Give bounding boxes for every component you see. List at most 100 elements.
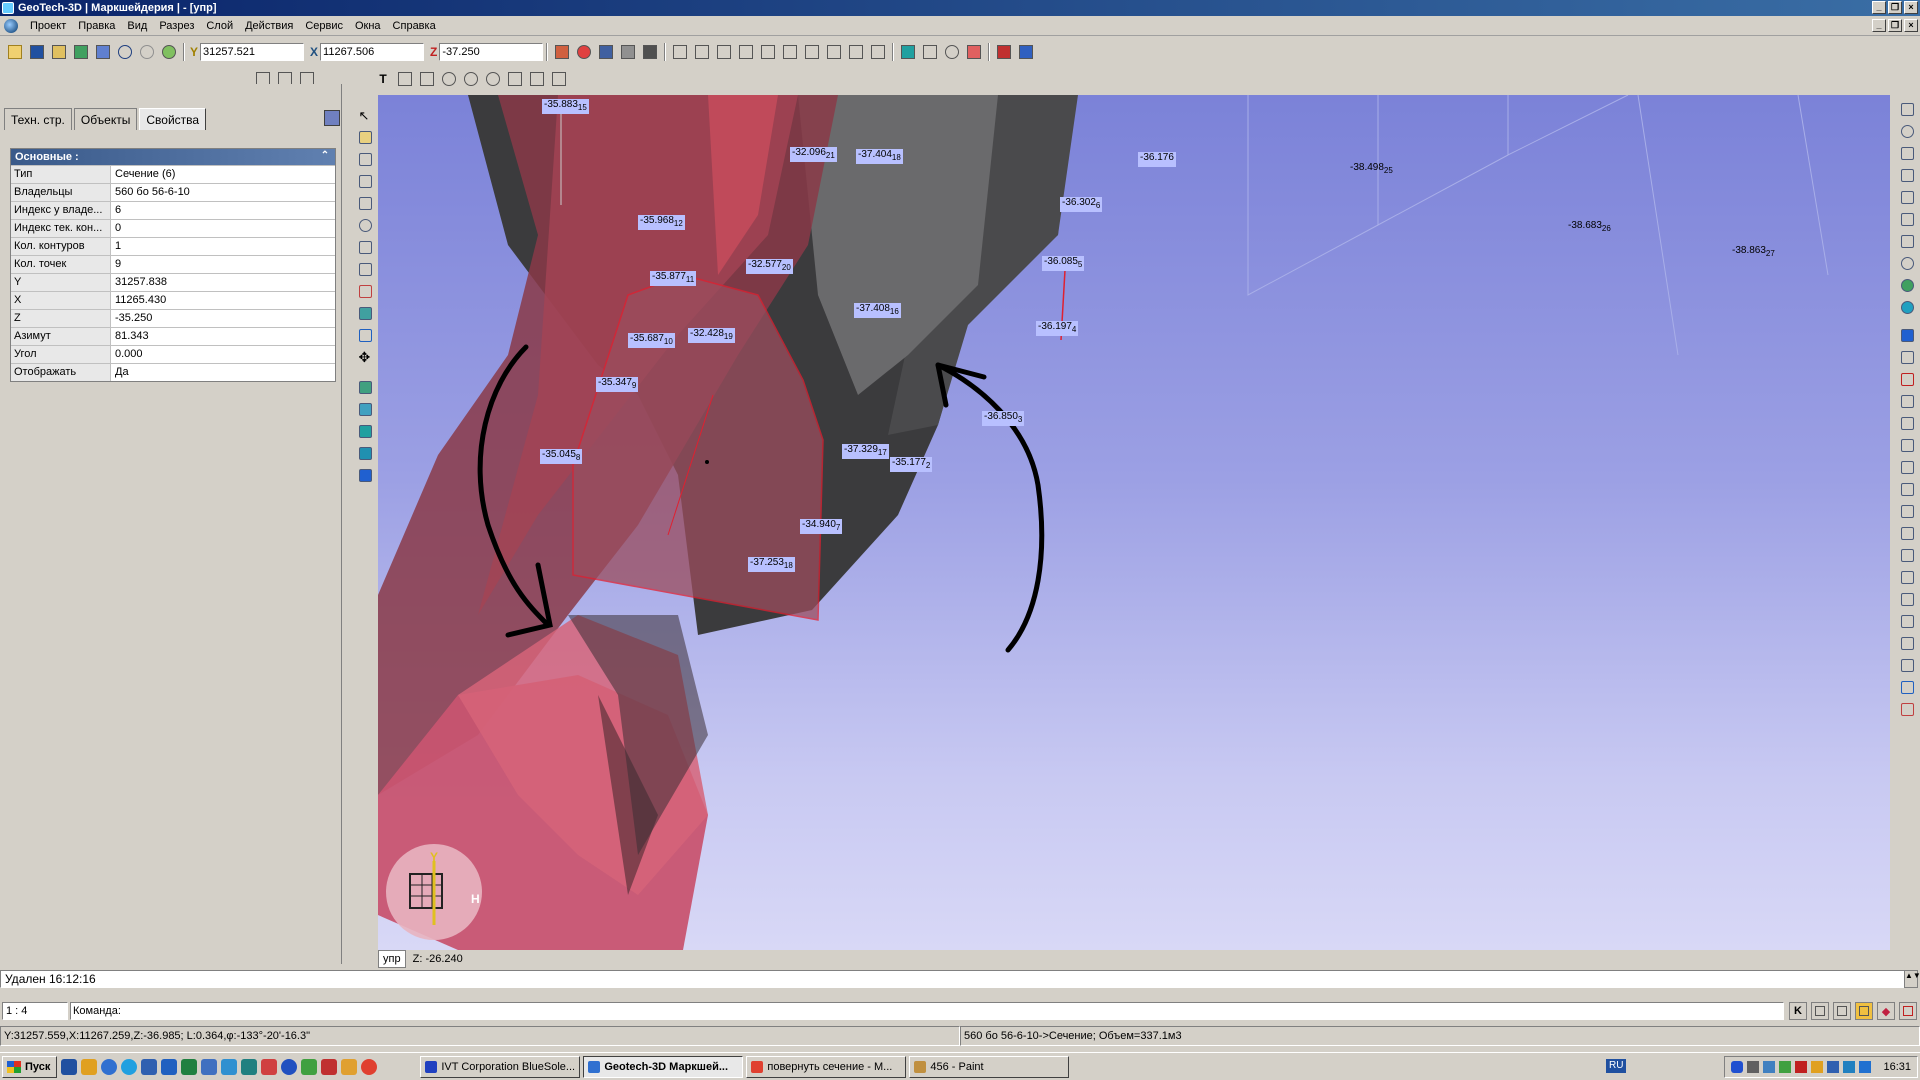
mesh-tool-icon[interactable]: [640, 42, 660, 62]
ellipse-tool-icon[interactable]: [483, 69, 503, 89]
tray-app-3-icon[interactable]: [1827, 1061, 1840, 1073]
frame-tool-icon[interactable]: [505, 69, 525, 89]
pencil-tool-icon[interactable]: [964, 42, 984, 62]
select-pointer-icon[interactable]: ↖: [356, 106, 374, 124]
table-tool-icon[interactable]: [549, 69, 569, 89]
target-tool-icon[interactable]: [574, 42, 594, 62]
y-coordinate-input[interactable]: [200, 43, 305, 61]
property-row[interactable]: Кол. точек 9: [11, 255, 335, 273]
right-tool-17-icon[interactable]: [1898, 458, 1916, 476]
right-tool-18-icon[interactable]: [1898, 480, 1916, 498]
right-tool-13-icon[interactable]: [1898, 370, 1916, 388]
right-tool-14-icon[interactable]: [1898, 392, 1916, 410]
menu-layer[interactable]: Слой: [200, 16, 239, 36]
elevation-label[interactable]: -36.1974: [1036, 321, 1079, 336]
tray-app-4-icon[interactable]: [1843, 1061, 1856, 1073]
right-tool-7-icon[interactable]: [1898, 232, 1916, 250]
right-tool-11-icon[interactable]: [1898, 326, 1916, 344]
quicklaunch-13-icon[interactable]: [301, 1058, 318, 1075]
rectangle-tool-icon[interactable]: [395, 69, 415, 89]
elevation-label[interactable]: -38.49825: [1348, 162, 1395, 177]
x-coordinate-input[interactable]: [320, 43, 425, 61]
window-tool-icon[interactable]: [1016, 42, 1036, 62]
scale-field[interactable]: 1 : 4: [2, 1002, 68, 1020]
right-tool-4-icon[interactable]: [1898, 166, 1916, 184]
elevation-label[interactable]: -35.1772: [890, 457, 933, 472]
quicklaunch-2-icon[interactable]: [81, 1058, 98, 1075]
quicklaunch-chrome-icon[interactable]: [361, 1058, 378, 1075]
right-tool-8-icon[interactable]: [1898, 254, 1916, 272]
polyline-tool-icon[interactable]: [417, 69, 437, 89]
tab-upr[interactable]: упр: [378, 950, 406, 968]
quicklaunch-3-icon[interactable]: [101, 1058, 118, 1075]
layer-stack-icon[interactable]: [356, 378, 374, 396]
quicklaunch-1-icon[interactable]: [61, 1058, 78, 1075]
elevation-label[interactable]: -37.32917: [842, 444, 889, 459]
text-tool-icon[interactable]: T: [373, 69, 393, 89]
right-tool-6-icon[interactable]: [1898, 210, 1916, 228]
layers-icon[interactable]: [71, 42, 91, 62]
z-coordinate-input[interactable]: [439, 43, 544, 61]
pin-panel-icon[interactable]: [324, 110, 340, 126]
move-icon[interactable]: ✥: [356, 348, 374, 366]
task-geotech[interactable]: Geotech-3D Маркшей...: [583, 1055, 744, 1078]
close-button[interactable]: ×: [1904, 1, 1918, 14]
menu-service[interactable]: Сервис: [299, 16, 349, 36]
highlight-icon[interactable]: [356, 282, 374, 300]
circle-tool-icon[interactable]: [461, 69, 481, 89]
right-tool-23-icon[interactable]: [1898, 590, 1916, 608]
property-row[interactable]: Тип Сечение (6): [11, 165, 335, 183]
properties-icon[interactable]: [49, 42, 69, 62]
quicklaunch-15-icon[interactable]: [341, 1058, 358, 1075]
right-tool-5-icon[interactable]: [1898, 188, 1916, 206]
view-tool-5-icon[interactable]: [758, 42, 778, 62]
doc-close-button[interactable]: ×: [1904, 19, 1918, 32]
diamond-icon[interactable]: ◆: [1877, 1002, 1895, 1020]
elevation-label[interactable]: -35.96812: [638, 215, 685, 230]
clock[interactable]: 16:31: [1883, 1061, 1911, 1073]
antivirus-icon[interactable]: [1795, 1061, 1808, 1073]
right-tool-15-icon[interactable]: [1898, 414, 1916, 432]
surface-tool-icon[interactable]: [552, 42, 572, 62]
right-tool-25-icon[interactable]: [1898, 634, 1916, 652]
tab-tech-structure[interactable]: Техн. стр.: [4, 108, 72, 130]
property-row[interactable]: Угол 0.000: [11, 345, 335, 363]
right-tool-12-icon[interactable]: [1898, 348, 1916, 366]
menu-section[interactable]: Разрез: [153, 16, 200, 36]
right-tool-27-icon[interactable]: [1898, 678, 1916, 696]
view-tool-8-icon[interactable]: [824, 42, 844, 62]
menu-windows[interactable]: Окна: [349, 16, 387, 36]
property-row[interactable]: Индекс тек. кон... 0: [11, 219, 335, 237]
elevation-label[interactable]: -36.176: [1138, 152, 1176, 167]
undo-icon[interactable]: [115, 42, 135, 62]
right-tool-21-icon[interactable]: [1898, 546, 1916, 564]
tab-objects[interactable]: Объекты: [73, 108, 138, 130]
quicklaunch-4-icon[interactable]: [121, 1058, 138, 1075]
section-header[interactable]: Основные : ⌃: [11, 149, 335, 165]
elevation-label[interactable]: -37.25318: [748, 557, 795, 572]
minimize-button[interactable]: _: [1872, 1, 1886, 14]
magnet-icon[interactable]: [1855, 1002, 1873, 1020]
snap-off-icon[interactable]: [1899, 1002, 1917, 1020]
right-tool-24-icon[interactable]: [1898, 612, 1916, 630]
k-mode-button[interactable]: K: [1789, 1002, 1807, 1020]
right-tool-9-icon[interactable]: [1898, 276, 1916, 294]
document-icon[interactable]: [4, 18, 18, 33]
quicklaunch-14-icon[interactable]: [321, 1058, 338, 1075]
right-tool-1-icon[interactable]: [1898, 100, 1916, 118]
scroll-arrows[interactable]: ▲▼: [1904, 970, 1920, 988]
elevation-label[interactable]: -35.87711: [650, 271, 697, 286]
collapse-icon[interactable]: ⌃: [319, 151, 331, 163]
menu-actions[interactable]: Действия: [239, 16, 299, 36]
view-tool-7-icon[interactable]: [802, 42, 822, 62]
snap-icon[interactable]: [356, 326, 374, 344]
line-tool-icon[interactable]: [527, 69, 547, 89]
pan-view-icon[interactable]: [356, 238, 374, 256]
quicklaunch-excel-icon[interactable]: [181, 1058, 198, 1075]
right-tool-2-icon[interactable]: [1898, 122, 1916, 140]
open-icon[interactable]: [5, 42, 25, 62]
draw-tool-icon[interactable]: [920, 42, 940, 62]
elevation-label[interactable]: -32.09621: [790, 147, 837, 162]
quicklaunch-12-icon[interactable]: [281, 1058, 298, 1075]
elevation-label[interactable]: -36.8503: [982, 411, 1025, 426]
